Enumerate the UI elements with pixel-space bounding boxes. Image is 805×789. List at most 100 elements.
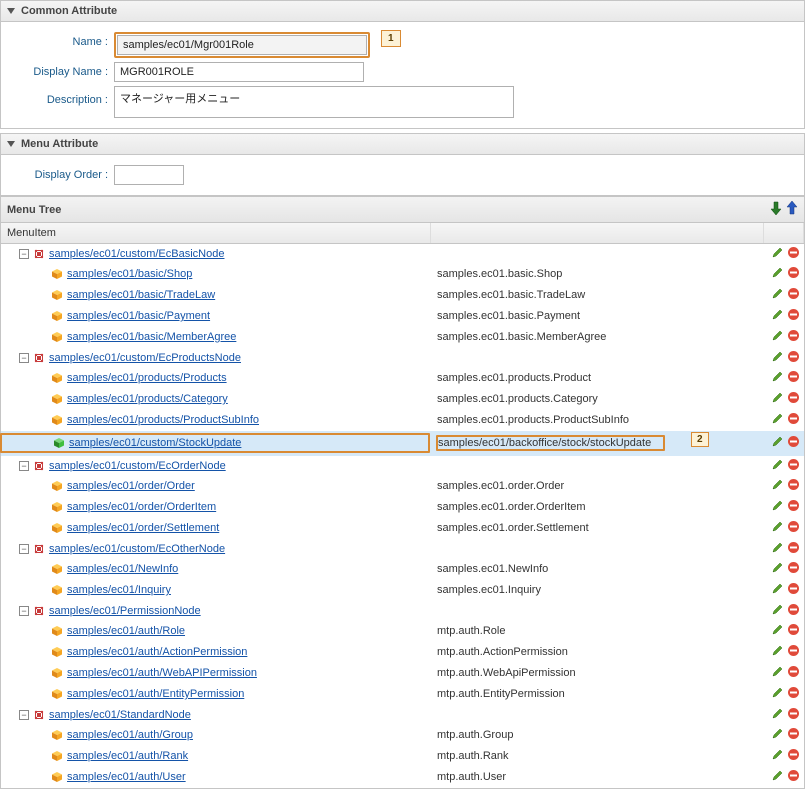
tree-row[interactable]: samples/ec01/NewInfosamples.ec01.NewInfo — [1, 559, 804, 580]
tree-row[interactable]: − samples/ec01/custom/EcOrderNode — [1, 456, 804, 476]
tree-row[interactable]: samples/ec01/auth/Usermtp.auth.User — [1, 767, 804, 788]
collapse-icon[interactable]: − — [19, 249, 29, 259]
remove-icon[interactable] — [787, 412, 800, 428]
displayname-input[interactable] — [114, 62, 364, 82]
edit-icon[interactable] — [771, 707, 784, 723]
tree-item-link[interactable]: samples/ec01/products/Products — [67, 372, 227, 384]
tree-item-link[interactable]: samples/ec01/custom/StockUpdate — [69, 437, 241, 449]
tree-row[interactable]: samples/ec01/Inquirysamples.ec01.Inquiry — [1, 580, 804, 601]
name-input[interactable] — [117, 35, 367, 55]
edit-icon[interactable] — [771, 266, 784, 282]
edit-icon[interactable] — [771, 541, 784, 557]
tree-row[interactable]: samples/ec01/order/Ordersamples.ec01.ord… — [1, 476, 804, 497]
edit-icon[interactable] — [771, 458, 784, 474]
edit-icon[interactable] — [771, 665, 784, 681]
remove-icon[interactable] — [787, 623, 800, 639]
tree-item-link[interactable]: samples/ec01/custom/EcOrderNode — [49, 460, 226, 472]
common-attribute-header[interactable]: Common Attribute — [0, 0, 805, 22]
tree-row[interactable]: samples/ec01/order/OrderItemsamples.ec01… — [1, 497, 804, 518]
tree-row[interactable]: samples/ec01/auth/Groupmtp.auth.Group — [1, 725, 804, 746]
remove-icon[interactable] — [787, 561, 800, 577]
tree-row[interactable]: samples/ec01/auth/Rolemtp.auth.Role — [1, 621, 804, 642]
tree-row[interactable]: samples/ec01/custom/StockUpdatesamples/e… — [1, 431, 804, 456]
edit-icon[interactable] — [771, 603, 784, 619]
tree-item-link[interactable]: samples/ec01/auth/Role — [67, 625, 185, 637]
tree-row[interactable]: samples/ec01/products/Categorysamples.ec… — [1, 389, 804, 410]
tree-item-link[interactable]: samples/ec01/auth/Rank — [67, 750, 188, 762]
remove-icon[interactable] — [787, 644, 800, 660]
tree-item-link[interactable]: samples/ec01/basic/TradeLaw — [67, 289, 215, 301]
collapse-icon[interactable]: − — [19, 461, 29, 471]
collapse-icon[interactable]: − — [19, 353, 29, 363]
tree-item-link[interactable]: samples/ec01/auth/ActionPermission — [67, 646, 247, 658]
tree-row[interactable]: −samples/ec01/custom/EcOtherNode — [1, 539, 804, 559]
edit-icon[interactable] — [771, 391, 784, 407]
tree-item-link[interactable]: samples/ec01/products/Category — [67, 393, 228, 405]
tree-item-link[interactable]: samples/ec01/auth/Group — [67, 729, 193, 741]
remove-icon[interactable] — [787, 266, 800, 282]
remove-icon[interactable] — [787, 499, 800, 515]
description-textarea[interactable] — [114, 86, 514, 118]
tree-row[interactable]: samples/ec01/auth/ActionPermissionmtp.au… — [1, 642, 804, 663]
remove-icon[interactable] — [787, 478, 800, 494]
remove-icon[interactable] — [787, 287, 800, 303]
edit-icon[interactable] — [771, 435, 784, 451]
remove-icon[interactable] — [787, 603, 800, 619]
tree-row[interactable]: samples/ec01/auth/EntityPermissionmtp.au… — [1, 684, 804, 705]
edit-icon[interactable] — [771, 623, 784, 639]
remove-icon[interactable] — [787, 370, 800, 386]
tree-item-link[interactable]: samples/ec01/auth/EntityPermission — [67, 688, 244, 700]
remove-icon[interactable] — [787, 391, 800, 407]
remove-icon[interactable] — [787, 582, 800, 598]
tree-item-link[interactable]: samples/ec01/basic/MemberAgree — [67, 331, 236, 343]
remove-icon[interactable] — [787, 707, 800, 723]
tree-item-link[interactable]: samples/ec01/NewInfo — [67, 563, 178, 575]
edit-icon[interactable] — [771, 246, 784, 262]
edit-icon[interactable] — [771, 769, 784, 785]
tree-row[interactable]: − samples/ec01/custom/EcBasicNode — [1, 244, 804, 264]
remove-icon[interactable] — [787, 246, 800, 262]
remove-icon[interactable] — [787, 727, 800, 743]
tree-item-link[interactable]: samples/ec01/custom/EcBasicNode — [49, 248, 224, 260]
edit-icon[interactable] — [771, 520, 784, 536]
tree-item-link[interactable]: samples/ec01/order/OrderItem — [67, 501, 216, 513]
tree-row[interactable]: samples/ec01/basic/TradeLawsamples.ec01.… — [1, 285, 804, 306]
edit-icon[interactable] — [771, 287, 784, 303]
edit-icon[interactable] — [771, 582, 784, 598]
edit-icon[interactable] — [771, 644, 784, 660]
tree-row[interactable]: −samples/ec01/custom/EcProductsNode — [1, 348, 804, 368]
remove-icon[interactable] — [787, 769, 800, 785]
edit-icon[interactable] — [771, 329, 784, 345]
edit-icon[interactable] — [771, 727, 784, 743]
edit-icon[interactable] — [771, 499, 784, 515]
tree-item-link[interactable]: samples/ec01/basic/Shop — [67, 268, 192, 280]
remove-icon[interactable] — [787, 435, 800, 451]
tree-item-link[interactable]: samples/ec01/order/Order — [67, 480, 195, 492]
remove-icon[interactable] — [787, 520, 800, 536]
edit-icon[interactable] — [771, 748, 784, 764]
edit-icon[interactable] — [771, 412, 784, 428]
remove-icon[interactable] — [787, 458, 800, 474]
collapse-icon[interactable]: − — [19, 606, 29, 616]
tree-row[interactable]: samples/ec01/basic/MemberAgreesamples.ec… — [1, 327, 804, 348]
displayorder-input[interactable] — [114, 165, 184, 185]
remove-icon[interactable] — [787, 350, 800, 366]
remove-icon[interactable] — [787, 665, 800, 681]
tree-item-link[interactable]: samples/ec01/Inquiry — [67, 584, 171, 596]
tree-item-link[interactable]: samples/ec01/auth/User — [67, 771, 186, 783]
tree-item-link[interactable]: samples/ec01/PermissionNode — [49, 605, 201, 617]
tree-item-link[interactable]: samples/ec01/basic/Payment — [67, 310, 210, 322]
tree-item-link[interactable]: samples/ec01/order/Settlement — [67, 522, 219, 534]
move-down-icon[interactable] — [770, 201, 782, 218]
edit-icon[interactable] — [771, 561, 784, 577]
tree-item-link[interactable]: samples/ec01/custom/EcOtherNode — [49, 543, 225, 555]
tree-item-link[interactable]: samples/ec01/auth/WebAPIPermission — [67, 667, 257, 679]
remove-icon[interactable] — [787, 748, 800, 764]
remove-icon[interactable] — [787, 329, 800, 345]
tree-row[interactable]: samples/ec01/products/ProductSubInfosamp… — [1, 410, 804, 431]
tree-row[interactable]: samples/ec01/basic/Paymentsamples.ec01.b… — [1, 306, 804, 327]
tree-row[interactable]: −samples/ec01/StandardNode — [1, 705, 804, 725]
menu-attribute-header[interactable]: Menu Attribute — [0, 133, 805, 155]
tree-row[interactable]: samples/ec01/order/Settlementsamples.ec0… — [1, 518, 804, 539]
tree-row[interactable]: samples/ec01/products/Productssamples.ec… — [1, 368, 804, 389]
